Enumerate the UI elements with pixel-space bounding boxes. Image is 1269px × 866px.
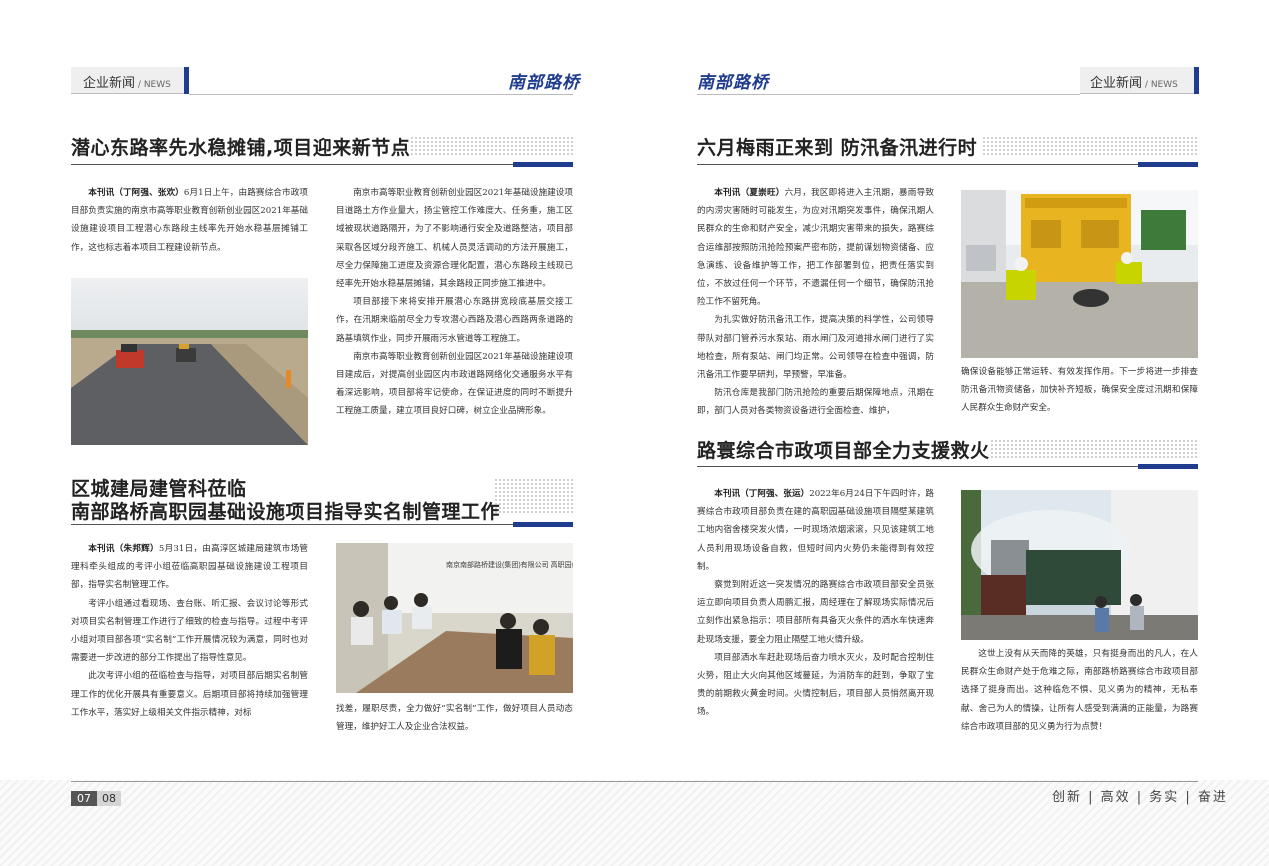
article2-body-col1: 本刊讯（朱邦辉）5月31日，由高淳区城建局建筑市场管理科牵头组成的考评小组莅临高… xyxy=(71,544,308,718)
article4-firefighting-photo xyxy=(961,490,1198,640)
article4-title-accent xyxy=(1138,464,1198,469)
page-number-left: 07 xyxy=(71,791,97,806)
article2-title-line2: 南部路桥高职园基础设施项目指导实名制管理工作 xyxy=(71,501,501,523)
article4-body-col2: 这世上没有从天而降的英雄，只有挺身而出的凡人，在人民群众生命财产处于危难之际，南… xyxy=(961,649,1198,732)
article3-title-rule xyxy=(697,164,1198,165)
right-header-line xyxy=(697,94,1080,95)
right-section-label: 企业新闻 / NEWS xyxy=(1090,76,1178,91)
article1-body-col2: 南京市高等职业教育创新创业园区2021年基础设施建设项目道路土方作业量大，扬尘管… xyxy=(336,188,573,417)
article2-body-col2: 找差，履职尽责，全力做好“实名制”工作，做好项目人员动态管理，维护好工人及企业合… xyxy=(336,704,573,733)
footer-line xyxy=(71,781,1198,782)
left-section-label: 企业新闻 / NEWS xyxy=(83,76,171,91)
article3-pump-photo xyxy=(961,190,1198,358)
article3-title-pattern xyxy=(982,136,1198,156)
article3-body-col1: 本刊讯（夏崇旺）六月，我区即将进入主汛期，暴雨导致的内涝灾害随时可能发生，为应对… xyxy=(697,188,934,417)
right-section-tab: 企业新闻 / NEWS xyxy=(1080,67,1199,94)
left-brand-logo: 南部路桥 xyxy=(508,73,580,93)
article3-title: 六月梅雨正来到 防汛备汛进行时 xyxy=(697,137,978,159)
article1-paving-photo xyxy=(71,278,308,445)
article1-body-col1: 本刊讯（丁阿强、张欢）6月1日上午，由路赛综合市政项目部负责实施的南京市高等职业… xyxy=(71,188,308,253)
right-tab-accent xyxy=(1194,67,1199,94)
article1-title: 潜心东路率先水稳摊铺,项目迎来新节点 xyxy=(71,137,411,159)
article2-photo-banner: 南京南部路桥建设(集团)有限公司 高职园创新创业园区基础设施建设项目 xyxy=(446,560,573,569)
article1-title-pattern xyxy=(410,136,573,156)
article2-title-pattern xyxy=(494,478,573,514)
article1-title-rule xyxy=(71,164,573,165)
article4-title-pattern xyxy=(990,439,1198,459)
article2-title-accent xyxy=(513,522,573,527)
page-number-right: 08 xyxy=(97,791,121,806)
article2-meeting-photo: 南京南部路桥建设(集团)有限公司 高职园创新创业园区基础设施建设项目 xyxy=(336,543,573,693)
right-brand-logo: 南部路桥 xyxy=(697,73,769,93)
article3-title-accent xyxy=(1138,162,1198,167)
left-tab-accent xyxy=(184,67,189,94)
left-header-line xyxy=(189,94,573,95)
article1-title-accent xyxy=(513,162,573,167)
left-section-tab: 企业新闻 / NEWS xyxy=(71,67,189,94)
article4-body-col1: 本刊讯（丁阿强、张运）2022年6月24日下午四时许，路赛综合市政项目部负责在建… xyxy=(697,489,934,718)
article4-title: 路寰综合市政项目部全力支援救火 xyxy=(697,440,990,462)
footer-slogan: 创新 | 高效 | 务实 | 奋进 xyxy=(1052,790,1228,805)
article4-title-rule xyxy=(697,466,1198,467)
article3-body-col2: 确保设备能够正常运转、有效发挥作用。下一步将进一步排查防汛备汛物资储备，加快补齐… xyxy=(961,367,1198,414)
article2-title-rule xyxy=(71,524,573,525)
